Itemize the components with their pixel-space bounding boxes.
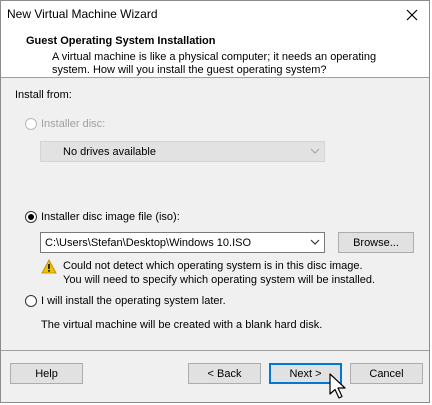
warning-text-line2: You will need to specify which operating…	[63, 274, 376, 286]
wizard-header: Guest Operating System Installation A vi…	[1, 29, 429, 78]
install-from-label: Install from:	[15, 89, 72, 101]
close-icon	[406, 9, 418, 21]
installer-disc-radio[interactable]	[25, 118, 37, 130]
help-button[interactable]: Help	[10, 363, 83, 384]
wizard-window: New Virtual Machine Wizard Guest Operati…	[0, 0, 430, 403]
install-later-radio[interactable]	[25, 295, 37, 307]
warning-icon	[41, 259, 57, 274]
help-label: Help	[35, 367, 58, 380]
mouse-cursor-icon	[329, 373, 346, 399]
chevron-down-icon	[310, 239, 320, 245]
blank-disk-note: The virtual machine will be created with…	[41, 319, 323, 331]
iso-image-radio[interactable]	[25, 211, 37, 223]
disc-drive-value: No drives available	[63, 146, 156, 158]
cancel-button[interactable]: Cancel	[350, 363, 423, 384]
iso-path-combobox[interactable]: C:\Users\Stefan\Desktop\Windows 10.ISO	[40, 232, 325, 253]
back-button[interactable]: < Back	[188, 363, 261, 384]
disc-drive-dropdown[interactable]: No drives available	[40, 141, 325, 162]
title-bar: New Virtual Machine Wizard	[1, 1, 429, 29]
warning-text-line1: Could not detect which operating system …	[63, 260, 363, 272]
install-later-label: I will install the operating system late…	[41, 295, 226, 307]
browse-label: Browse...	[353, 236, 399, 249]
page-description: A virtual machine is like a physical com…	[52, 51, 377, 76]
iso-path-value: C:\Users\Stefan\Desktop\Windows 10.ISO	[45, 237, 252, 249]
close-button[interactable]	[395, 1, 429, 29]
window-title: New Virtual Machine Wizard	[7, 7, 158, 21]
iso-image-label: Installer disc image file (iso):	[41, 211, 180, 223]
back-label: < Back	[207, 367, 242, 380]
footer-divider	[1, 350, 429, 351]
page-title: Guest Operating System Installation	[26, 35, 216, 47]
next-label: Next >	[289, 367, 322, 380]
cancel-label: Cancel	[369, 367, 404, 380]
installer-disc-label: Installer disc:	[41, 118, 106, 130]
chevron-down-icon	[310, 148, 320, 154]
browse-button[interactable]: Browse...	[338, 232, 414, 253]
